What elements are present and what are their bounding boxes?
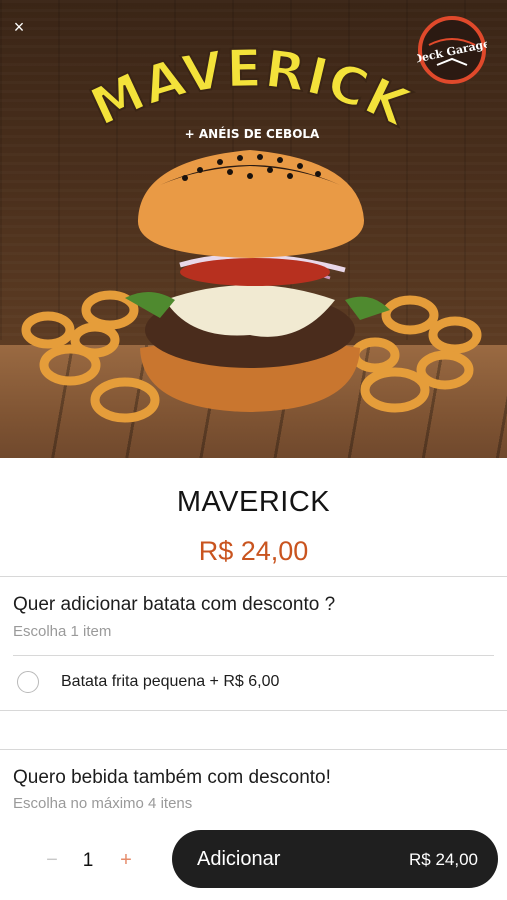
add-to-cart-button[interactable]: Adicionar R$ 24,00 [172, 830, 498, 888]
group-title-batata: Quer adicionar batata com desconto ? [13, 594, 336, 615]
group-hint-batata: Escolha 1 item [13, 623, 112, 640]
divider [13, 655, 494, 656]
option-batata-frita-pequena[interactable]: Batata frita pequena + R$ 6,00 [0, 664, 507, 706]
divider [0, 710, 507, 711]
quantity-decrease-button[interactable]: − [40, 848, 64, 872]
radio-icon[interactable] [17, 671, 39, 693]
onion-rings-right [350, 295, 482, 413]
deck-garage-logo: Deck Garage [411, 15, 491, 85]
close-icon: × [13, 17, 25, 37]
divider [0, 576, 507, 577]
quantity-increase-button[interactable]: + [114, 848, 138, 872]
group-hint-bebida: Escolha no máximo 4 itens [13, 795, 193, 812]
close-button[interactable]: × [8, 16, 30, 38]
option-label: Batata frita pequena + R$ 6,00 [61, 673, 280, 690]
product-name: MAVERICK [176, 486, 331, 518]
divider [0, 749, 507, 750]
product-price: R$ 24,00 [198, 536, 309, 566]
add-button-label: Adicionar [197, 848, 281, 870]
product-hero-image: MAVERICK + ANÉIS DE CEBOLA × Deck Garage [0, 0, 507, 458]
group-title-bebida: Quero bebida também com desconto! [13, 767, 331, 788]
hero-headline: MAVERICK [82, 39, 419, 139]
onion-rings-left [21, 290, 160, 423]
hero-tagline: + ANÉIS DE CEBOLA [185, 126, 320, 141]
add-button-price: R$ 24,00 [409, 850, 478, 869]
quantity-value: 1 [82, 850, 94, 871]
